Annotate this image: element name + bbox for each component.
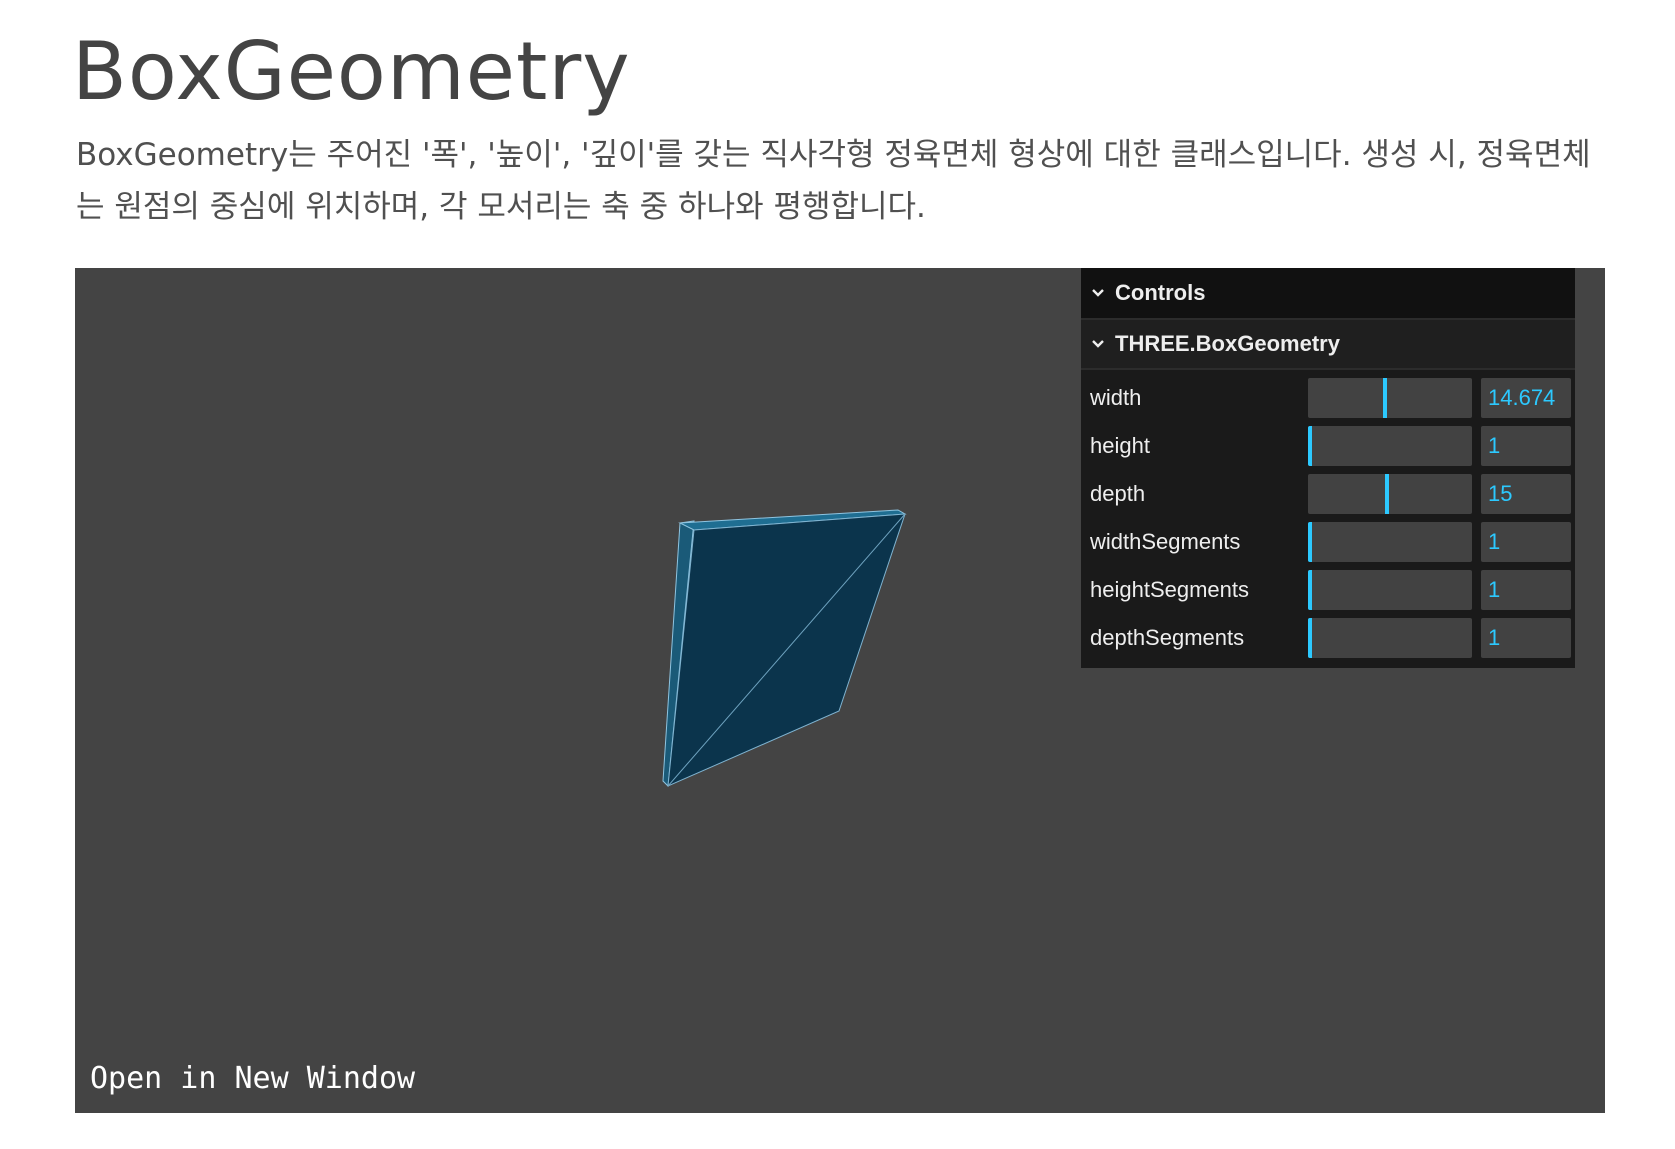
slider-handle[interactable] (1308, 618, 1312, 658)
slider-handle[interactable] (1308, 426, 1312, 466)
width-segments-slider[interactable] (1308, 522, 1472, 562)
folder-title: THREE.BoxGeometry (1115, 331, 1340, 356)
open-in-new-window-link[interactable]: Open in New Window (90, 1061, 415, 1097)
slider-handle[interactable] (1308, 570, 1312, 610)
controls-panel: Controls THREE.BoxGeometry width height … (1081, 268, 1575, 668)
param-label-depth: depth (1090, 481, 1146, 506)
param-row-width: width (1081, 374, 1575, 422)
param-label-depth-segments: depthSegments (1090, 625, 1245, 650)
width-input[interactable] (1481, 378, 1571, 418)
param-label-height: height (1090, 433, 1150, 458)
height-input[interactable] (1481, 426, 1571, 466)
width-slider[interactable] (1308, 378, 1472, 418)
param-row-depth: depth (1081, 470, 1575, 518)
param-row-width-segments: widthSegments (1081, 518, 1575, 566)
height-slider[interactable] (1308, 426, 1472, 466)
page-title: BoxGeometry (72, 25, 631, 118)
chevron-down-icon (1091, 286, 1105, 300)
height-segments-input[interactable] (1481, 570, 1571, 610)
depth-input[interactable] (1481, 474, 1571, 514)
param-row-height-segments: heightSegments (1081, 566, 1575, 614)
slider-handle[interactable] (1308, 522, 1312, 562)
page-description: BoxGeometry는 주어진 '폭', '높이', '깊이'를 갖는 직사각… (76, 137, 1591, 225)
depth-slider[interactable] (1308, 474, 1472, 514)
controls-header[interactable]: Controls (1081, 268, 1575, 320)
slider-handle[interactable] (1384, 474, 1389, 514)
depth-segments-slider[interactable] (1308, 618, 1472, 658)
param-label-width: width (1090, 385, 1142, 410)
height-segments-slider[interactable] (1308, 570, 1472, 610)
chevron-down-icon (1091, 337, 1105, 351)
folder-box-geometry[interactable]: THREE.BoxGeometry (1081, 320, 1575, 370)
slider-handle[interactable] (1383, 378, 1388, 418)
width-segments-input[interactable] (1481, 522, 1571, 562)
param-rows: width height depth widthSegments heightS (1081, 370, 1575, 668)
depth-segments-input[interactable] (1481, 618, 1571, 658)
param-label-width-segments: widthSegments (1090, 529, 1241, 554)
param-label-height-segments: heightSegments (1090, 577, 1249, 602)
controls-title: Controls (1115, 280, 1206, 305)
param-row-depth-segments: depthSegments (1081, 614, 1575, 662)
threejs-viewport[interactable]: Controls THREE.BoxGeometry width height … (75, 268, 1605, 1113)
param-row-height: height (1081, 422, 1575, 470)
